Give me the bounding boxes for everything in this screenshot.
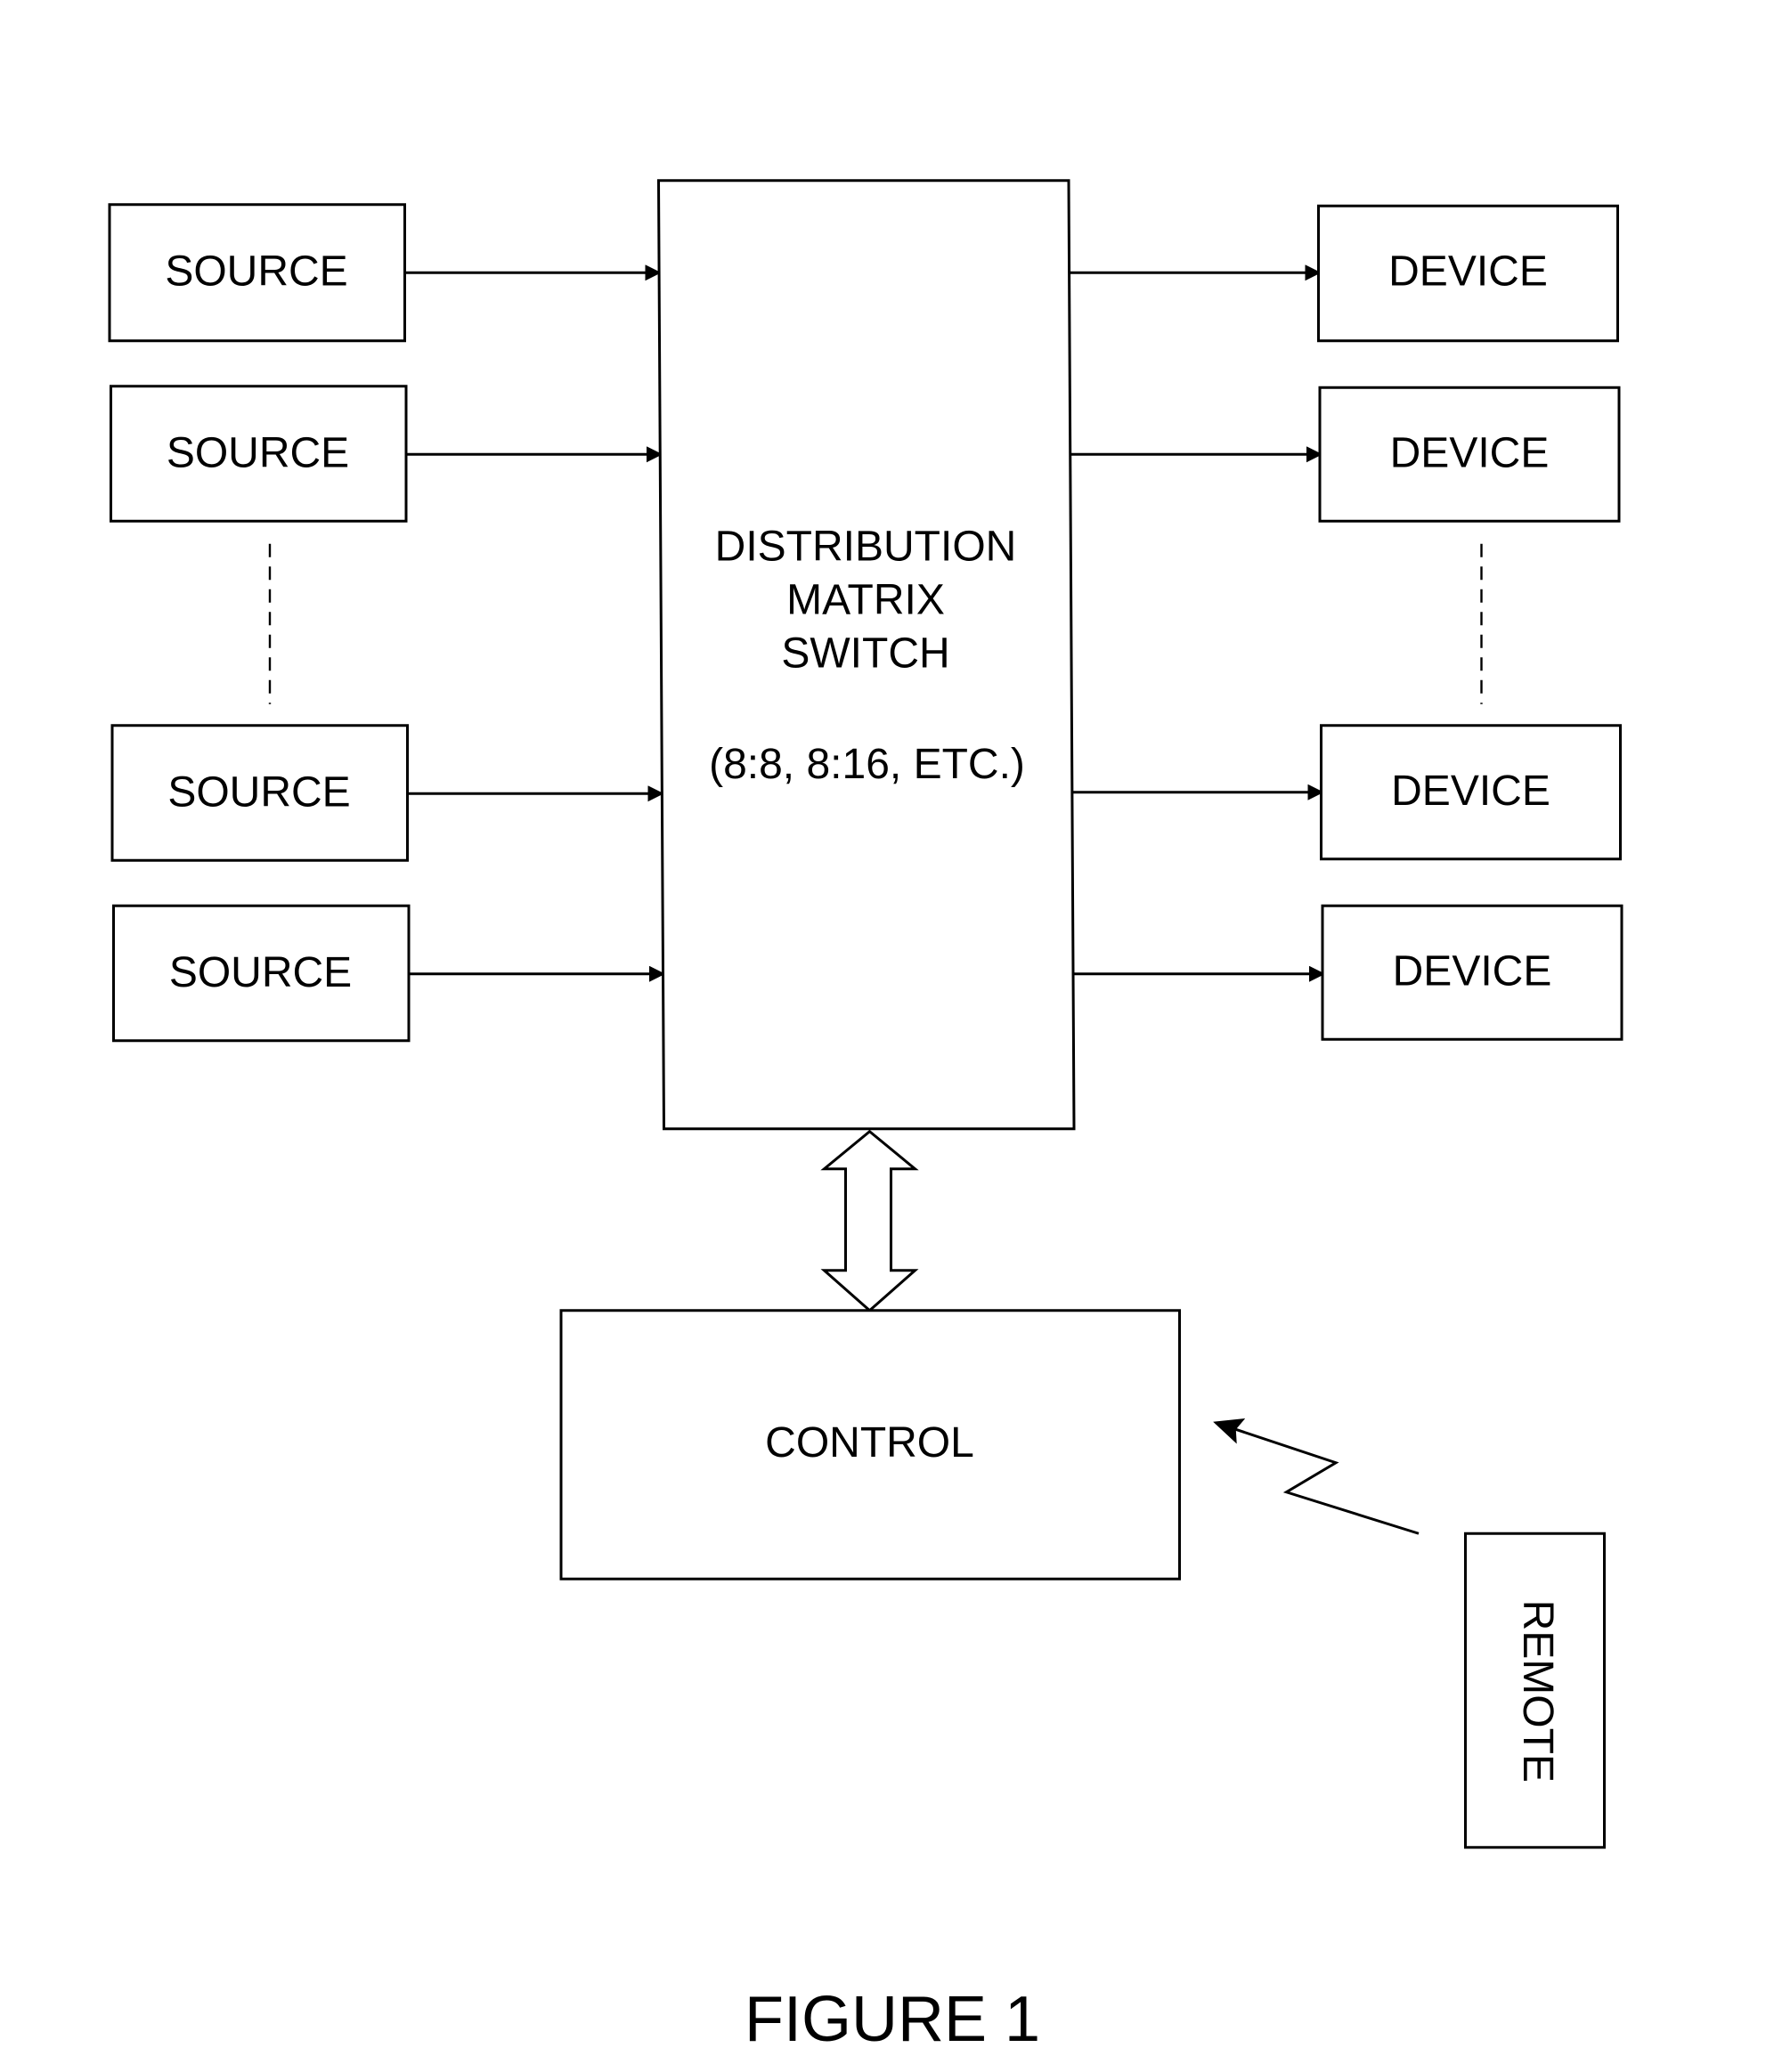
device-label: DEVICE (1388, 248, 1548, 295)
source-label: SOURCE (169, 949, 352, 996)
remote-label: REMOTE (1514, 1600, 1561, 1783)
figure-caption: FIGURE 1 (745, 1984, 1040, 2055)
source-box-3: SOURCE (110, 724, 409, 862)
device-box-2: DEVICE (1318, 386, 1621, 523)
switch-label-line-3: SWITCH (781, 630, 949, 677)
device-label: DEVICE (1391, 768, 1550, 815)
distribution-matrix-switch-box: DISTRIBUTION MATRIX SWITCH (8:8, 8:16, E… (656, 179, 1076, 1131)
device-label: DEVICE (1393, 947, 1552, 995)
bidirectional-block-arrow (820, 1129, 919, 1312)
device-box-3: DEVICE (1320, 724, 1622, 861)
source-label: SOURCE (167, 768, 350, 816)
source-label: SOURCE (165, 248, 347, 295)
switch-label-line-2: MATRIX (786, 576, 945, 623)
device-box-1: DEVICE (1317, 204, 1619, 343)
source-box-4: SOURCE (112, 904, 411, 1043)
diagram-canvas: SOURCE SOURCE SOURCE SOURCE DISTRIBUTION… (108, 179, 1623, 2055)
control-box: CONTROL (559, 1309, 1181, 1580)
switch-ratio-label: (8:8, 8:16, ETC.) (709, 741, 1025, 788)
wireless-signal-arrow (1213, 1418, 1420, 1535)
control-label: CONTROL (765, 1419, 974, 1467)
remote-box: REMOTE (1464, 1532, 1606, 1849)
source-box-2: SOURCE (110, 385, 408, 523)
device-box-4: DEVICE (1321, 904, 1623, 1041)
switch-label-line-1: DISTRIBUTION (715, 523, 1017, 570)
source-box-1: SOURCE (108, 203, 406, 343)
device-label: DEVICE (1390, 429, 1550, 476)
source-label: SOURCE (167, 429, 349, 476)
